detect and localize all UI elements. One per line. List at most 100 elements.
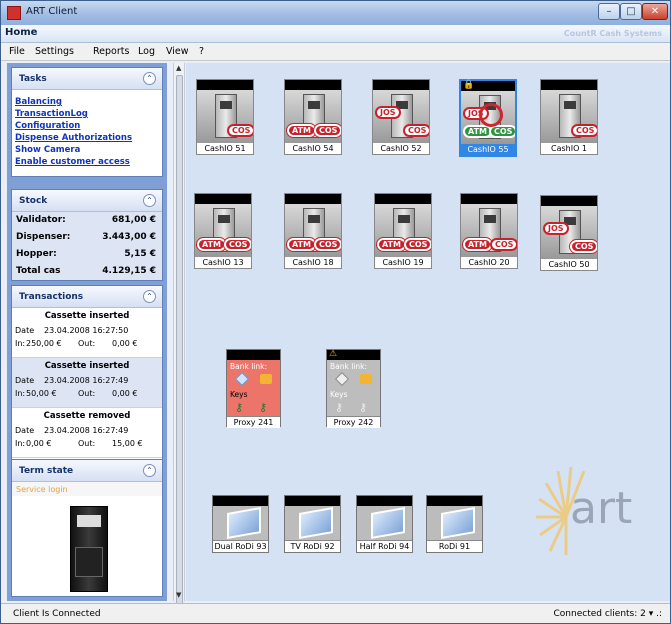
maximize-button[interactable]: □ [620, 3, 642, 20]
cos-badge: COS [489, 125, 515, 138]
transactions-title: Transactions [19, 292, 84, 302]
scroll-down-icon[interactable]: ▼ [176, 591, 181, 599]
scroll-up-icon[interactable]: ▲ [176, 64, 181, 72]
blocked-icon [479, 103, 503, 127]
task-pane: Tasks ⌃ Balancing TransactionLog Configu… [7, 63, 167, 601]
terminal-tile[interactable]: JOS COS CashIO 50 [540, 195, 598, 271]
task-transaction-log[interactable]: TransactionLog [12, 108, 162, 120]
termstate-status: Service login [12, 482, 162, 496]
task-dispense-authorizations[interactable]: Dispense Authorizations [12, 132, 162, 144]
padlock-icon [360, 374, 372, 384]
termstate-title: Term state [19, 466, 74, 476]
task-configuration[interactable]: Configuration [12, 120, 162, 132]
link-icon [234, 371, 250, 387]
tasks-title: Tasks [19, 74, 47, 84]
connection-status: Client Is Connected [13, 609, 101, 619]
cos-badge: COS [402, 237, 431, 252]
terminal-canvas: COS CashIO 51 ATM COS CashIO 54 JOS COS … [186, 63, 670, 601]
rodi-tile[interactable]: RoDi 91 [426, 495, 483, 553]
terminal-tile[interactable]: ATM COS CashIO 18 [284, 193, 342, 269]
cos-badge: COS [571, 124, 597, 137]
minimize-button[interactable]: – [598, 3, 620, 20]
key-icon: ⚷ [259, 401, 268, 414]
art-client-window: ART Client – □ ✕ Home CountR Cash System… [0, 0, 671, 624]
terminal-tile[interactable]: JOS COS CashIO 52 [372, 79, 430, 155]
terminal-tile[interactable]: ATM COS CashIO 20 [460, 193, 518, 269]
menu-view[interactable]: View [166, 46, 189, 57]
bank-link-label: Bank link: [230, 362, 268, 371]
transactions-header[interactable]: Transactions ⌃ [12, 286, 162, 308]
atm-badge: ATM [463, 125, 492, 138]
terminal-tile-selected[interactable]: 🔒 JOS ATM COS CashIO 55 [459, 79, 517, 157]
rodi-tile[interactable]: Half RoDi 94 [356, 495, 413, 553]
tile-label: CashIO 18 [285, 256, 341, 268]
tile-label: Dual RoDi 93 [213, 540, 268, 552]
key-icon: ⚷ [359, 401, 368, 414]
tasks-header[interactable]: Tasks ⌃ [12, 68, 162, 90]
link-icon [334, 371, 350, 387]
stock-row: Total cas 4.129,15 € [12, 263, 162, 280]
atm-badge: ATM [286, 237, 317, 252]
cos-badge: COS [568, 239, 597, 254]
terminal-tile[interactable]: ATM COS CashIO 13 [194, 193, 252, 269]
termstate-header[interactable]: Term state ⌃ [12, 460, 162, 482]
menu-help[interactable]: ? [199, 46, 204, 57]
menu-reports[interactable]: Reports [93, 46, 129, 57]
tile-label: CashIO 52 [373, 142, 429, 154]
proxy-tile[interactable]: ⚠ Bank link: Keys ⚷ ⚷ Proxy 242 [326, 349, 381, 428]
tasks-panel: Tasks ⌃ Balancing TransactionLog Configu… [11, 67, 163, 177]
monitor-icon [441, 507, 475, 539]
connected-clients[interactable]: Connected clients: 2 ▾ .: [554, 609, 662, 619]
terminal-tile[interactable]: ATM COS CashIO 19 [374, 193, 432, 269]
monitor-icon [299, 507, 333, 539]
tile-label: CashIO 51 [197, 142, 253, 154]
warning-icon: ⚠ [329, 349, 338, 359]
app-icon [7, 6, 21, 20]
tab-bar: Home CountR Cash Systems [1, 25, 670, 43]
collapse-icon[interactable]: ⌃ [143, 464, 156, 477]
atm-badge: ATM [462, 237, 493, 252]
window-title: ART Client [26, 6, 78, 17]
tile-label: CashIO 19 [375, 256, 431, 268]
menu-bar: File Settings Reports Log View ? [1, 43, 670, 61]
collapse-icon[interactable]: ⌃ [143, 194, 156, 207]
task-balancing[interactable]: Balancing [12, 96, 162, 108]
pane-scrollbar[interactable]: ▲ ▼ [173, 63, 185, 605]
atm-badge: ATM [196, 237, 227, 252]
keys-label: Keys [330, 390, 348, 399]
stock-header[interactable]: Stock ⌃ [12, 190, 162, 212]
tile-label: CashIO 20 [461, 256, 517, 268]
rodi-tile[interactable]: TV RoDi 92 [284, 495, 341, 553]
status-bar: Client Is Connected Connected clients: 2… [1, 603, 670, 623]
task-enable-customer-access[interactable]: Enable customer access [12, 156, 162, 168]
menu-settings[interactable]: Settings [35, 46, 74, 57]
close-button[interactable]: ✕ [642, 3, 668, 20]
tile-label: Proxy 241 [227, 416, 280, 428]
tab-home[interactable]: Home [5, 27, 37, 38]
transaction-item: Cassette inserted Date 23.04.2008 16:27:5… [12, 308, 162, 358]
cos-badge: COS [227, 124, 253, 137]
cos-badge: COS [312, 123, 341, 138]
terminal-tile[interactable]: COS CashIO 51 [196, 79, 254, 155]
tile-label: CashIO 13 [195, 256, 251, 268]
tile-label: RoDi 91 [427, 540, 482, 552]
collapse-icon[interactable]: ⌃ [143, 72, 156, 85]
terminal-tile[interactable]: ATM COS CashIO 54 [284, 79, 342, 155]
terminal-tile[interactable]: COS CashIO 1 [540, 79, 598, 155]
padlock-icon [260, 374, 272, 384]
tile-label: Half RoDi 94 [357, 540, 412, 552]
tile-label: CashIO 55 [461, 143, 515, 155]
task-show-camera[interactable]: Show Camera [12, 144, 162, 156]
menu-file[interactable]: File [9, 46, 25, 57]
cos-badge: COS [403, 124, 429, 137]
cos-badge: COS [312, 237, 341, 252]
stock-panel: Stock ⌃ Validator: 681,00 € Dispenser: 3.4… [11, 189, 163, 281]
atm-badge: ATM [376, 237, 407, 252]
menu-log[interactable]: Log [138, 46, 155, 57]
rodi-tile[interactable]: Dual RoDi 93 [212, 495, 269, 553]
jos-badge: JOS [543, 222, 569, 235]
proxy-tile[interactable]: Bank link: Keys ⚷ ⚷ Proxy 241 [226, 349, 281, 428]
collapse-icon[interactable]: ⌃ [143, 290, 156, 303]
transactions-panel: Transactions ⌃ Cassette inserted Date 23.… [11, 285, 163, 460]
scroll-thumb[interactable] [176, 75, 183, 605]
